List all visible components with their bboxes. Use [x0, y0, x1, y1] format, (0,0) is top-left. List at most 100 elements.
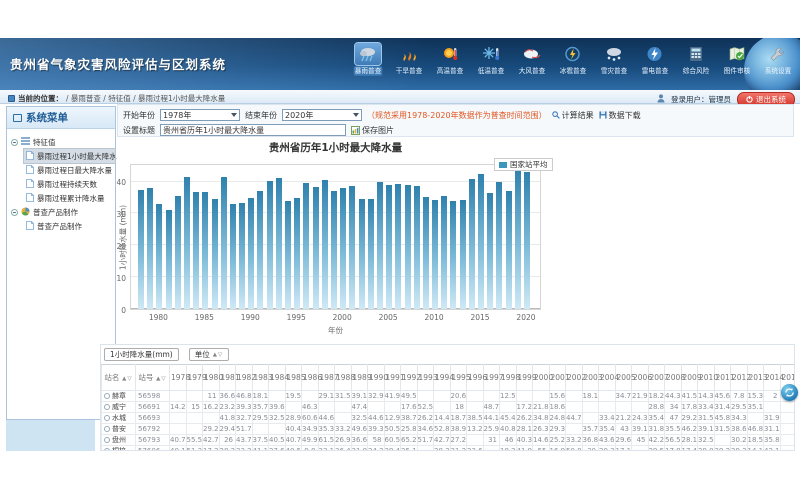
year-column-header[interactable]: 1998	[500, 365, 517, 391]
value-cell: 17.4	[681, 446, 698, 452]
nav-item-system-settings[interactable]: 系统设置	[757, 41, 798, 76]
x-tick-label: 1990	[237, 313, 263, 322]
start-year-select[interactable]: 1978年	[160, 109, 240, 121]
nav-item-comprehensive-risk[interactable]: 综合风险	[675, 41, 716, 76]
year-column-header[interactable]: 1991	[384, 365, 401, 391]
year-column-header[interactable]: 2013	[747, 365, 764, 391]
year-column-header[interactable]: 1999	[516, 365, 533, 391]
calculate-button[interactable]: 计算结果	[552, 110, 594, 121]
year-column-header[interactable]: 2011	[714, 365, 731, 391]
field-pill[interactable]: 1小时降水量(mm)	[104, 348, 179, 361]
end-year-select[interactable]: 2020年	[282, 109, 362, 121]
value-cell: 33.2	[566, 435, 583, 446]
value-cell: 35.4	[599, 424, 616, 435]
sort-icons[interactable]: ▲▽	[119, 376, 132, 382]
tree-item-feature-values-1[interactable]: 暴雨过程日最大降水量	[24, 163, 115, 177]
floating-refresh-button[interactable]	[781, 384, 798, 401]
year-column-header[interactable]: 2004	[599, 365, 616, 391]
year-column-header[interactable]: 1990	[368, 365, 385, 391]
year-column-header[interactable]: 1992	[401, 365, 418, 391]
value-cell	[417, 391, 434, 402]
tree-item-feature-values-0[interactable]: 暴雨过程1小时最大降水量	[24, 149, 115, 163]
row-expander-icon[interactable]	[104, 393, 110, 399]
chart-legend[interactable]: 国家站平均	[494, 158, 553, 171]
year-column-header[interactable]: 2002	[566, 365, 583, 391]
value-cell: 33.4	[698, 402, 715, 413]
nav-item-rainstorm[interactable]: 暴雨普查	[347, 41, 388, 76]
tree-item-survey-products-0[interactable]: 普查产品制作	[24, 219, 115, 233]
year-column-header[interactable]: 2003	[582, 365, 599, 391]
save-image-button[interactable]: 保存图片	[351, 125, 394, 136]
nav-item-lightning[interactable]: 雷电普查	[634, 41, 675, 76]
year-column-header[interactable]: 1979	[186, 365, 203, 391]
year-column-header[interactable]: 2005	[615, 365, 632, 391]
year-column-header[interactable]: 1995	[450, 365, 467, 391]
year-column-header[interactable]: 1982	[236, 365, 253, 391]
year-column-header[interactable]: 1989	[351, 365, 368, 391]
bar-1986	[212, 199, 218, 309]
nav-item-gale[interactable]: 大风普查	[511, 41, 552, 76]
x-tick-label: 1985	[191, 313, 217, 322]
year-column-header[interactable]: 1994	[434, 365, 451, 391]
year-column-header[interactable]: 2009	[681, 365, 698, 391]
tree-group-survey-products[interactable]: 普查产品制作	[11, 205, 115, 219]
chart-title-input[interactable]	[160, 124, 346, 136]
expander-icon[interactable]	[11, 209, 18, 216]
year-column-header[interactable]: 1983	[252, 365, 269, 391]
nav-item-high-temp[interactable]: 高温普查	[429, 41, 470, 76]
year-column-header[interactable]: 2001	[549, 365, 566, 391]
year-column-header[interactable]: 2006	[632, 365, 649, 391]
data-download-button[interactable]: 数据下载	[599, 110, 641, 121]
save-disk-icon	[599, 111, 607, 119]
year-column-header[interactable]: 1978	[170, 365, 187, 391]
year-column-header[interactable]: 1993	[417, 365, 434, 391]
bar-1991	[257, 191, 263, 309]
row-expander-icon[interactable]	[104, 415, 110, 421]
year-column-header[interactable]: 2012	[731, 365, 748, 391]
year-column-header[interactable]: 2014	[764, 365, 781, 391]
app-title: 贵州省气象灾害风险评估与区划系统	[10, 54, 226, 73]
sub-header-bar: 当前的位置： / 暴雨普查 / 特征值 / 暴雨过程1小时最大降水量 登录用户：…	[0, 90, 800, 104]
station-id-cell: 56793	[136, 435, 170, 446]
nav-item-drought[interactable]: 干旱普查	[388, 41, 429, 76]
year-column-header[interactable]: 1988	[335, 365, 352, 391]
row-expander-icon[interactable]	[104, 437, 110, 443]
year-column-header[interactable]: 1986	[302, 365, 319, 391]
year-column-header[interactable]: 1984	[269, 365, 286, 391]
table-row: 桐梓5760640.151.317.228.233.241.127.640.59…	[102, 446, 796, 452]
row-expander-icon[interactable]	[104, 426, 110, 432]
value-cell: 32.5	[269, 413, 286, 424]
nav-item-hail[interactable]: 冰雹普查	[552, 41, 593, 76]
value-cell: 51.7	[417, 435, 434, 446]
bar-1995	[294, 198, 300, 309]
nav-item-snow[interactable]: 雪灾普查	[593, 41, 634, 76]
year-column-header[interactable]: 1981	[219, 365, 236, 391]
year-column-header[interactable]: 2000	[533, 365, 550, 391]
row-expander-icon[interactable]	[104, 448, 110, 451]
tree-item-feature-values-2[interactable]: 暴雨过程持续天数	[24, 177, 115, 191]
value-cell: 27.6	[269, 446, 286, 452]
nav-item-low-temp[interactable]: 低温普查	[470, 41, 511, 76]
station-name-header[interactable]: 站名 ▲▽	[102, 365, 136, 391]
expander-icon[interactable]	[11, 139, 18, 146]
value-cell: 20.6	[450, 391, 467, 402]
year-column-header[interactable]: 2008	[665, 365, 682, 391]
value-cell: 38.7	[401, 413, 418, 424]
nav-item-map-review[interactable]: 图件审核	[716, 41, 757, 76]
bar-1983	[184, 177, 190, 309]
year-column-header[interactable]: 2007	[648, 365, 665, 391]
year-column-header[interactable]: 1980	[203, 365, 220, 391]
value-cell	[170, 413, 187, 424]
year-column-header[interactable]: 1996	[467, 365, 484, 391]
year-column-header[interactable]: 1997	[483, 365, 500, 391]
map-review-icon	[724, 43, 750, 65]
row-expander-icon[interactable]	[104, 404, 110, 410]
year-column-header[interactable]: 1985	[285, 365, 302, 391]
tree-group-feature-values[interactable]: 特征值	[11, 135, 115, 149]
tree-item-feature-values-3[interactable]: 暴雨过程累计降水量	[24, 191, 115, 205]
sort-icons[interactable]: ▲▽	[153, 376, 166, 382]
year-column-header[interactable]: 1987	[318, 365, 335, 391]
year-column-header[interactable]: 2010	[698, 365, 715, 391]
unit-pill[interactable]: 单位▲▽	[189, 348, 229, 361]
station-id-header[interactable]: 站号 ▲▽	[136, 365, 170, 391]
